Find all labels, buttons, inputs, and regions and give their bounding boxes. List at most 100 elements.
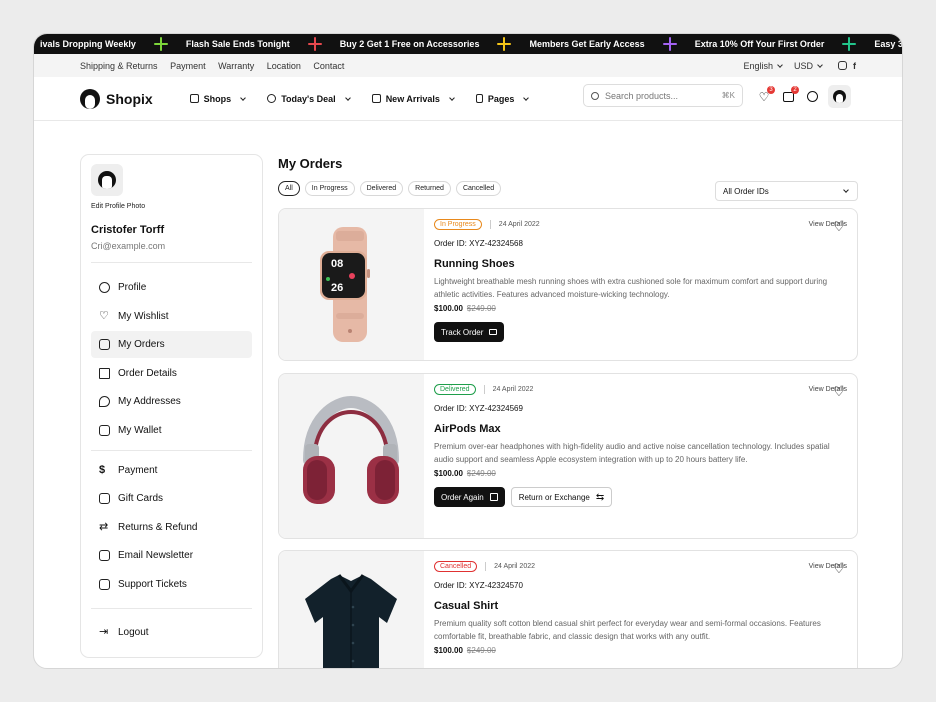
cart-badge: 2 <box>791 85 799 94</box>
nav-label: Shops <box>203 93 232 104</box>
nav-item-pages[interactable]: Pages <box>475 93 531 104</box>
filter-cancelled[interactable]: Cancelled <box>455 181 502 196</box>
avatar-icon <box>833 90 846 103</box>
sidebar-item-wallet[interactable]: My Wallet <box>91 417 252 444</box>
nav-label: Today's Deal <box>281 93 336 104</box>
old-price: $249.00 <box>466 304 496 313</box>
sidebar-item-order-details[interactable]: Order Details <box>91 360 252 387</box>
profile-photo[interactable] <box>91 164 123 196</box>
main-nav: Shops Today's Deal New Arrivals Pages <box>189 93 531 104</box>
package-icon <box>99 339 110 350</box>
nav-item-new-arrivals[interactable]: New Arrivals <box>371 94 456 104</box>
sidebar-item-wishlist[interactable]: ♡ My Wishlist <box>91 303 252 330</box>
utility-link-payment[interactable]: Payment <box>170 61 206 71</box>
sparkle-icon <box>153 37 168 51</box>
divider <box>91 262 252 263</box>
divider <box>489 220 491 229</box>
sidebar-item-orders[interactable]: My Orders <box>91 331 252 358</box>
truck-icon <box>489 329 498 335</box>
ticket-icon <box>99 578 110 590</box>
logout-label: Logout <box>118 626 149 638</box>
logout-button[interactable]: ⇥ Logout <box>91 619 252 646</box>
return-exchange-button[interactable]: Return or Exchange ⇆ <box>510 487 613 507</box>
nav-item-shops[interactable]: Shops <box>189 93 248 104</box>
filter-delivered[interactable]: Delivered <box>359 181 404 196</box>
view-details-link[interactable]: View Details <box>809 386 847 393</box>
filter-in-progress[interactable]: In Progress <box>304 181 355 196</box>
utility-bar: Shipping & Returns Payment Warranty Loca… <box>34 54 902 77</box>
view-details-link[interactable]: View Details <box>809 221 847 228</box>
product-name: Running Shoes <box>434 258 515 270</box>
product-description: Lightweight breathable mesh running shoe… <box>434 277 828 299</box>
sparkle-icon <box>307 37 322 51</box>
product-image-headphones <box>279 374 424 538</box>
order-card: ♡ Cancelled 24 April 2022 View Details O… <box>278 550 858 668</box>
filter-all[interactable]: All <box>278 181 300 196</box>
button-label: Order Again <box>441 492 484 502</box>
sidebar-item-label: Payment <box>118 464 158 476</box>
sidebar-item-label: Support Tickets <box>118 578 187 590</box>
divider <box>485 562 487 571</box>
sidebar-item-label: Returns & Refund <box>118 521 198 533</box>
facebook-icon[interactable]: f <box>853 61 856 71</box>
product-image-shirt <box>279 551 424 668</box>
search-input[interactable]: Search products... ⌘K <box>583 84 743 107</box>
bag-icon <box>489 493 498 501</box>
avatar[interactable] <box>828 85 851 108</box>
sidebar-item-payment[interactable]: $ Payment <box>91 457 252 484</box>
arrows-exchange-icon: ⇆ <box>595 491 605 503</box>
sidebar-item-label: Email Newsletter <box>118 550 194 561</box>
language-value: English <box>743 60 773 71</box>
currency-select[interactable]: USD <box>794 61 828 71</box>
divider <box>91 449 252 451</box>
chevron-down-icon <box>240 94 247 101</box>
app-window: ivals Dropping Weekly Flash Sale Ends To… <box>33 33 903 669</box>
sidebar-item-profile[interactable]: Profile <box>91 274 252 301</box>
sidebar-item-gift-cards[interactable]: Gift Cards <box>91 485 252 512</box>
language-select[interactable]: English <box>743 61 788 71</box>
dollar-icon: $ <box>99 463 106 476</box>
order-card: ♡ Delivered 24 April 2022 View Details O… <box>278 373 858 539</box>
sidebar-item-newsletter[interactable]: Email Newsletter <box>91 542 252 569</box>
track-order-button[interactable]: Track Order <box>434 322 505 342</box>
svg-text:08: 08 <box>331 258 343 270</box>
nav-label: Pages <box>487 93 515 104</box>
page-icon <box>475 94 483 103</box>
page-title: My Orders <box>278 156 343 171</box>
sparkle-icon <box>662 37 677 51</box>
old-price: $249.00 <box>466 469 496 478</box>
logo[interactable]: Shopix <box>80 88 153 109</box>
sidebar-item-addresses[interactable]: My Addresses <box>91 388 252 415</box>
logo-text: Shopix <box>106 90 153 107</box>
announcement-ticker: ivals Dropping Weekly Flash Sale Ends To… <box>34 34 902 54</box>
order-id-select[interactable]: All Order IDs <box>715 181 858 201</box>
sidebar-item-support[interactable]: Support Tickets <box>91 571 252 598</box>
nav-item-todays-deal[interactable]: Today's Deal <box>267 94 352 104</box>
product-name: Casual Shirt <box>434 600 499 612</box>
view-details-link[interactable]: View Details <box>809 563 847 570</box>
edit-profile-photo-link[interactable]: Edit Profile Photo <box>91 203 252 210</box>
instagram-icon[interactable] <box>838 61 847 70</box>
avatar-icon <box>98 171 116 189</box>
sidebar-item-label: My Addresses <box>118 396 181 407</box>
sidebar-item-label: My Wallet <box>118 424 162 436</box>
sidebar-item-returns[interactable]: ⇄ Returns & Refund <box>91 514 252 541</box>
ticker-text: Buy 2 Get 1 Free on Accessories <box>339 39 480 49</box>
old-price: $249.00 <box>466 646 496 655</box>
logo-icon <box>80 88 100 109</box>
shop-icon <box>189 94 199 103</box>
order-again-button[interactable]: Order Again <box>434 487 505 507</box>
utility-link-location[interactable]: Location <box>267 61 301 71</box>
orders-main: My Orders All In Progress Delivered Retu… <box>278 154 858 668</box>
status-badge: Delivered <box>434 384 476 395</box>
price: $100.00 <box>434 304 463 313</box>
utility-link-warranty[interactable]: Warranty <box>218 61 254 71</box>
utility-link-contact[interactable]: Contact <box>313 61 344 71</box>
sparkle-icon <box>842 37 857 51</box>
utility-link-shipping[interactable]: Shipping & Returns <box>80 61 158 71</box>
cart-button[interactable]: 2 <box>780 85 799 105</box>
theme-button[interactable] <box>804 89 820 105</box>
wishlist-button[interactable]: ♡ 3 <box>756 85 775 105</box>
product-image-watch: 08 26 <box>279 209 424 360</box>
filter-returned[interactable]: Returned <box>408 181 451 196</box>
